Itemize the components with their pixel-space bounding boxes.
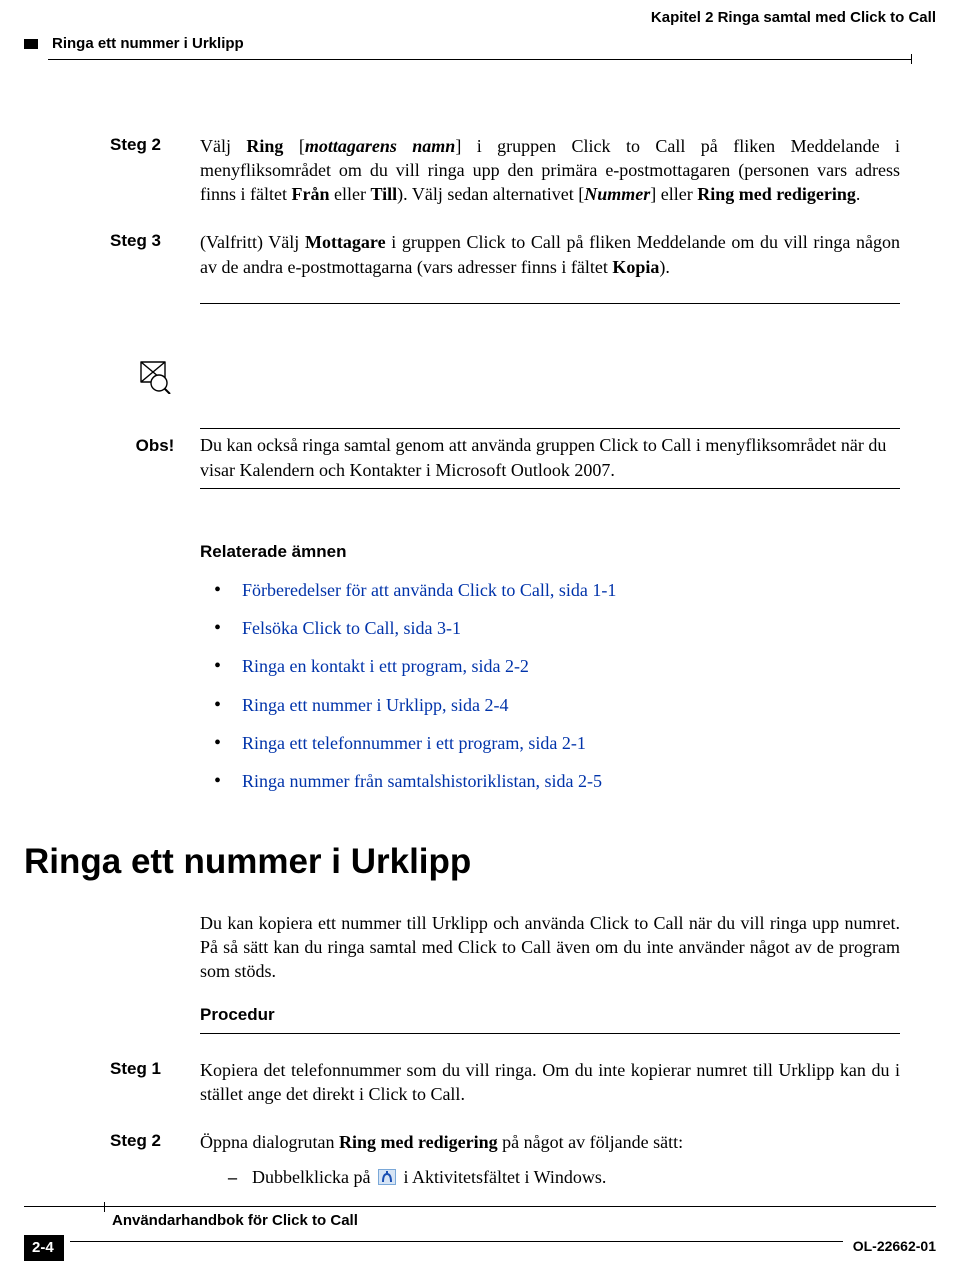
step-body: Kopiera det telefonnummer som du vill ri… [200,1058,900,1113]
step-body: Öppna dialogrutan Ring med redigering på… [200,1130,900,1195]
dash-icon: – [228,1165,252,1189]
step-end-rule [200,303,900,304]
related-heading: Relaterade ämnen [200,541,900,564]
procedure-heading: Procedur [200,1004,900,1027]
note-text: Du kan också ringa samtal genom att anvä… [200,433,900,482]
step-block: Steg 2Välj Ring [mottagarens namn] i gru… [110,134,900,213]
procedure-step: Steg 1Kopiera det telefonnummer som du v… [110,1058,900,1113]
related-link[interactable]: Förberedelser för att använda Click to C… [214,578,900,602]
footer-title: Användarhandbok för Click to Call [112,1211,936,1231]
page-footer: Användarhandbok för Click to Call 2-4 OL… [0,1206,960,1262]
page-number-badge: 2-4 [24,1235,64,1261]
related-link[interactable]: Ringa ett nummer i Urklipp, sida 2-4 [214,693,900,717]
related-link[interactable]: Ringa ett telefonnummer i ett program, s… [214,731,900,755]
note-rule-top [200,428,900,429]
doc-id: OL-22662-01 [853,1237,936,1256]
section-marker-icon [24,39,46,49]
related-link[interactable]: Ringa en kontakt i ett program, sida 2-2 [214,654,900,678]
related-list: Förberedelser för att använda Click to C… [214,578,900,794]
footer-rule-2 [70,1241,843,1242]
related-link[interactable]: Ringa nummer från samtalshistoriklistan,… [214,769,900,793]
chapter-label: Kapitel 2 Ringa samtal med Click to Call [24,8,936,28]
footer-rule [24,1206,936,1207]
intro-paragraph: Du kan kopiera ett nummer till Urklipp o… [200,911,900,984]
step-label: Steg 1 [110,1058,200,1113]
note-rule-bottom [200,488,900,489]
footer-tick-icon [104,1202,105,1212]
header-tick-icon [911,54,912,64]
sub-list-item: –Dubbelklicka på i Aktivitetsfältet i Wi… [228,1165,900,1189]
related-link[interactable]: Felsöka Click to Call, sida 3-1 [214,616,900,640]
page-title: Ringa ett nummer i Urklipp [24,838,900,885]
step-body: (Valfritt) Välj Mottagare i gruppen Clic… [200,230,900,285]
note-block [110,360,900,400]
note-label: Obs! [136,436,175,455]
note-icon [110,360,200,400]
procedure-rule [200,1033,900,1034]
tray-icon [378,1167,396,1183]
step-block: Steg 3(Valfritt) Välj Mottagare i gruppe… [110,230,900,285]
step-label: Steg 3 [110,230,200,285]
page-header: Kapitel 2 Ringa samtal med Click to Call… [0,0,960,64]
header-rule [48,59,912,60]
procedure-step: Steg 2Öppna dialogrutan Ring med rediger… [110,1130,900,1195]
step-label: Steg 2 [110,1130,200,1195]
step-label: Steg 2 [110,134,200,213]
section-breadcrumb: Ringa ett nummer i Urklipp [52,34,936,54]
step-body: Välj Ring [mottagarens namn] i gruppen C… [200,134,900,213]
